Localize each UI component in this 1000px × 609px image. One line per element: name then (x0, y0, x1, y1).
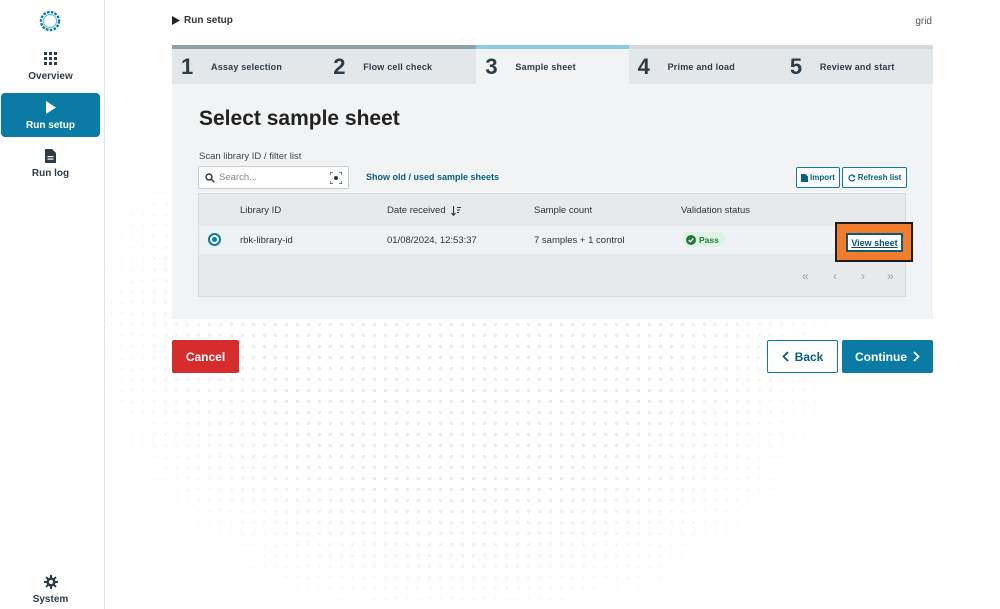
library-id-cell: rbk-library-id (240, 235, 293, 246)
play-icon (45, 100, 57, 116)
status-label: Pass (699, 234, 719, 245)
step-label: Sample sheet (515, 61, 576, 72)
first-page-icon[interactable]: « (802, 269, 809, 283)
breadcrumb-label: Run setup (184, 15, 233, 26)
next-page-icon[interactable]: › (861, 269, 865, 283)
stepper: 1 Assay selection 2 Flow cell check 3 Sa… (172, 45, 934, 84)
step-prime-and-load[interactable]: 4 Prime and load (628, 45, 781, 84)
step-review-and-start[interactable]: 5 Review and start (780, 45, 934, 84)
prev-page-icon[interactable]: ‹ (833, 269, 837, 283)
play-icon (172, 16, 180, 25)
back-button[interactable]: Back (767, 340, 838, 373)
step-sample-sheet[interactable]: 3 Sample sheet (476, 45, 629, 84)
table-row[interactable]: rbk-library-id 01/08/2024, 12:53:37 7 sa… (199, 222, 913, 262)
sort-desc-icon[interactable] (450, 205, 461, 216)
column-sample-count: Sample count (534, 205, 593, 216)
import-button[interactable]: Import (796, 167, 840, 188)
step-number: 4 (637, 53, 650, 79)
sidebar-item-overview[interactable]: Overview (1, 44, 100, 88)
chevron-right-icon (913, 351, 920, 362)
search-box (198, 166, 349, 189)
sidebar-item-label: Run setup (26, 119, 75, 131)
step-number: 3 (485, 53, 498, 79)
step-number: 5 (789, 53, 803, 79)
column-date-received[interactable]: Date received (387, 205, 461, 216)
table-header: Library ID Date received Sample count Va… (199, 194, 905, 226)
sidebar-item-label: Run log (31, 167, 70, 179)
step-label: Assay selection (211, 61, 283, 72)
host-name: grid (915, 16, 932, 27)
sidebar-item-run-setup[interactable]: Run setup (1, 93, 100, 137)
search-input[interactable] (219, 172, 329, 183)
continue-label: Continue (855, 349, 907, 364)
sample-count-cell: 7 samples + 1 control (534, 235, 625, 246)
column-library-id: Library ID (240, 205, 282, 216)
step-label: Review and start (819, 61, 895, 72)
search-icon (205, 172, 215, 183)
sidebar-item-label: Overview (28, 70, 73, 82)
back-label: Back (794, 349, 824, 364)
step-number: 2 (333, 53, 346, 79)
cancel-button[interactable]: Cancel (172, 340, 239, 373)
sidebar-item-run-log[interactable]: Run log (1, 141, 100, 185)
step-label: Flow cell check (363, 61, 433, 72)
document-icon (45, 148, 56, 164)
breadcrumb: Run setup (172, 15, 233, 26)
check-circle-icon (686, 234, 696, 245)
show-old-sheets-link[interactable]: Show old / used sample sheets (366, 172, 499, 182)
file-icon (801, 173, 809, 182)
chevron-left-icon (781, 351, 789, 362)
refresh-list-button[interactable]: Refresh list (842, 167, 907, 188)
step-assay-selection[interactable]: 1 Assay selection (172, 45, 325, 84)
date-received-cell: 01/08/2024, 12:53:37 (387, 235, 477, 246)
sample-sheet-card: 1 Assay selection 2 Flow cell check 3 Sa… (172, 45, 934, 319)
import-label: Import (810, 173, 835, 182)
step-flow-cell-check[interactable]: 2 Flow cell check (324, 45, 477, 84)
sidebar-item-system[interactable]: System (1, 567, 100, 609)
gear-icon (43, 574, 58, 590)
status-badge: Pass (683, 232, 725, 247)
refresh-icon (848, 173, 856, 182)
scan-icon[interactable] (330, 172, 342, 184)
sample-sheet-table: Library ID Date received Sample count Va… (198, 193, 913, 297)
grid-icon (44, 51, 57, 67)
app-logo-icon (39, 10, 61, 32)
refresh-label: Refresh list (857, 173, 902, 182)
sidebar-item-label: System (32, 593, 69, 605)
view-sheet-button[interactable]: View sheet (846, 233, 903, 252)
sidebar: Overview Run setup Run log System (0, 0, 105, 609)
step-number: 1 (181, 53, 194, 79)
view-sheet-highlight: View sheet (835, 222, 913, 262)
page-title: Select sample sheet (199, 107, 400, 130)
continue-button[interactable]: Continue (842, 340, 933, 373)
last-page-icon[interactable]: » (887, 269, 894, 283)
column-validation-status: Validation status (681, 205, 751, 216)
step-label: Prime and load (667, 61, 735, 72)
filter-label: Scan library ID / filter list (199, 151, 302, 162)
row-select-radio[interactable] (208, 233, 221, 246)
